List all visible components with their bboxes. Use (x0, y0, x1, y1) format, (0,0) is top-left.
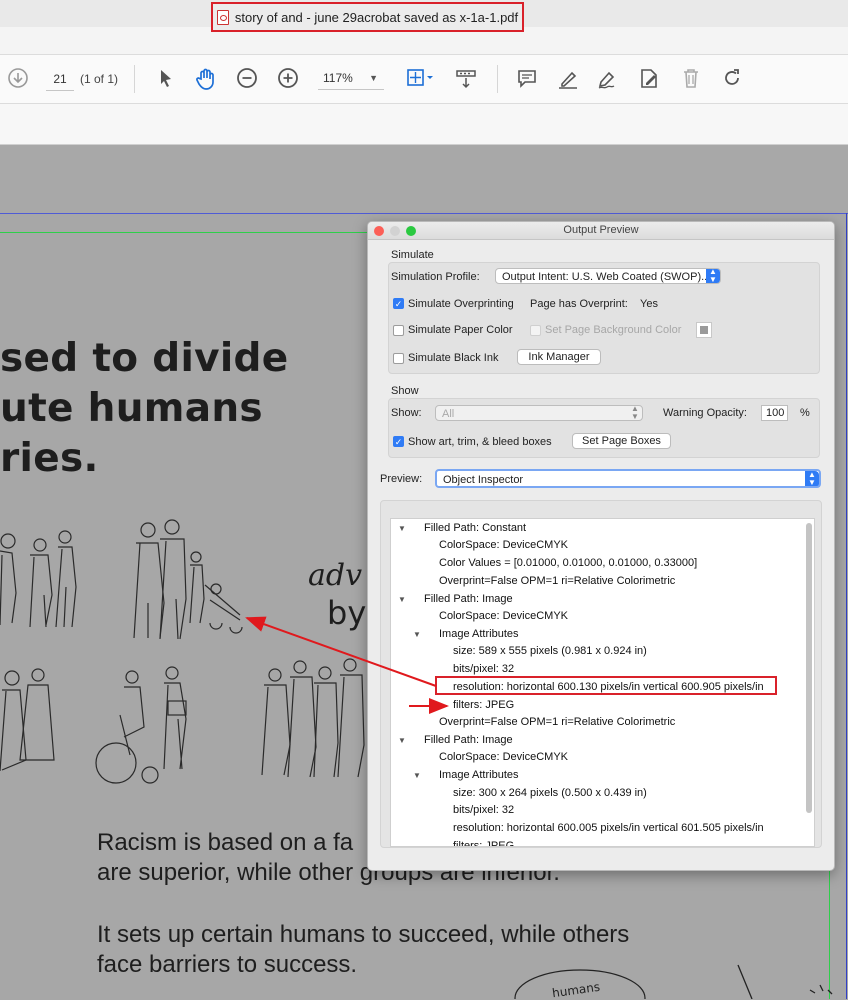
window-title-text: story of and - june 29acrobat saved as x… (234, 9, 519, 25)
annotation-arrows (245, 616, 449, 714)
window-title: story of and - june 29acrobat saved as x… (211, 2, 524, 32)
pdf-file-icon (216, 9, 229, 25)
